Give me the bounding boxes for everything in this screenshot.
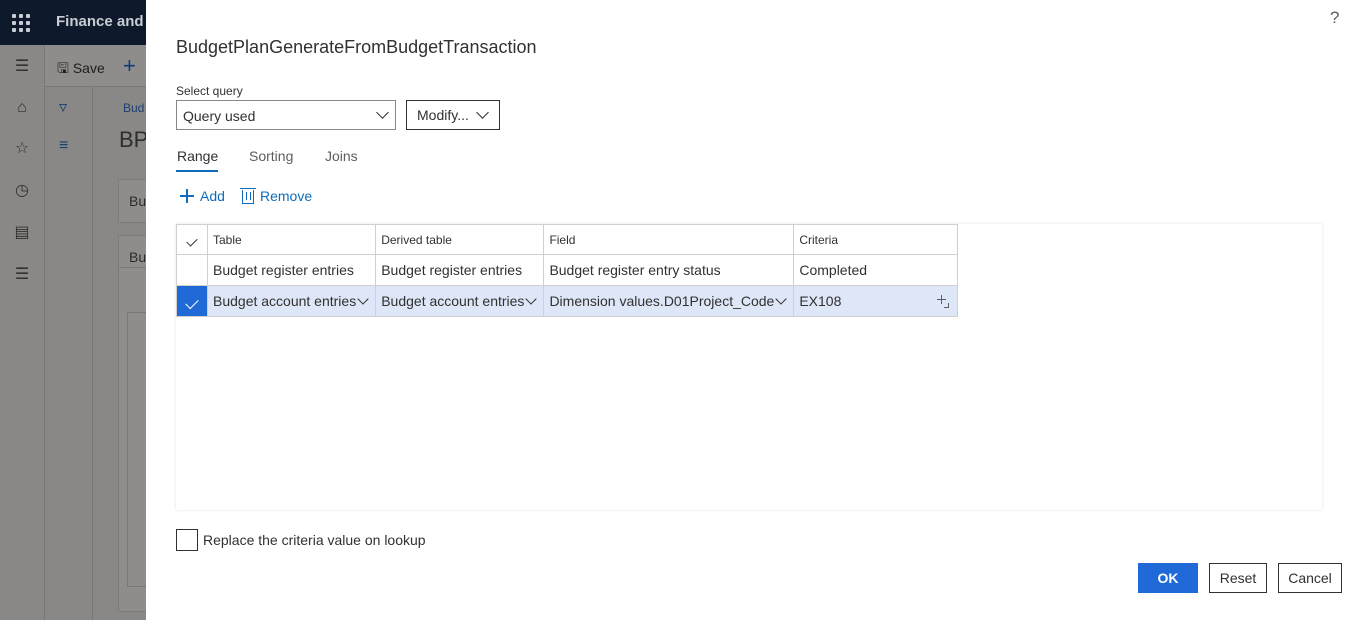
app-name: Finance and: [56, 13, 144, 30]
replace-criteria-label: Replace the criteria value on lookup: [203, 532, 426, 548]
derived-table-cell[interactable]: Budget register entries: [375, 254, 545, 286]
app-content: Bud BP Bu Bu: [93, 87, 158, 620]
new-icon[interactable]: +: [123, 53, 136, 79]
field-dropdown[interactable]: Dimension values.D01Project_Code: [543, 285, 795, 317]
column-header-table[interactable]: Table: [206, 224, 377, 255]
criteria-value: EX108: [799, 293, 842, 309]
select-query-label: Select query: [176, 84, 243, 98]
navigation-pane: ☰ ⌂ ☆ ◷ ▤ ☰: [0, 45, 45, 620]
hamburger-icon[interactable]: ☰: [12, 57, 32, 77]
trash-icon: [240, 188, 256, 204]
table-cell[interactable]: Budget register entries: [206, 254, 377, 286]
home-icon[interactable]: ⌂: [12, 98, 32, 118]
derived-table-dropdown[interactable]: Budget account entries: [375, 285, 545, 317]
table-dropdown[interactable]: Budget account entries: [206, 285, 377, 317]
field-value: Dimension values.D01Project_Code: [549, 293, 775, 309]
star-icon[interactable]: ☆: [12, 139, 32, 159]
page-title: BP: [119, 127, 149, 152]
row-select-cell[interactable]: [176, 285, 208, 317]
active-tab-indicator: [176, 170, 218, 172]
chevron-down-icon: [476, 106, 489, 119]
filter-icon[interactable]: ▿: [59, 97, 67, 117]
column-header-criteria[interactable]: Criteria: [793, 224, 959, 255]
range-grid: Table Derived table Field Criteria Budge…: [176, 224, 1322, 510]
plus-icon: [180, 189, 194, 203]
chevron-down-icon: [376, 106, 389, 119]
cancel-button[interactable]: Cancel: [1278, 563, 1342, 593]
dialog-title: BudgetPlanGenerateFromBudgetTransaction: [176, 37, 537, 57]
remove-button[interactable]: Remove: [240, 188, 313, 204]
save-label: Save: [72, 60, 105, 76]
list-icon[interactable]: ≡: [59, 137, 68, 155]
column-header-field[interactable]: Field: [543, 224, 795, 255]
filter-pane: ▿ ≡: [45, 87, 93, 620]
reset-button[interactable]: Reset: [1209, 563, 1267, 593]
table-value: Budget account entries: [213, 293, 357, 309]
add-button[interactable]: Add: [180, 188, 225, 204]
fasttab-label: Bu: [129, 249, 147, 265]
tab-joins[interactable]: Joins: [325, 148, 358, 164]
clock-icon[interactable]: ◷: [12, 181, 32, 201]
check-icon: [185, 295, 199, 310]
fasttab-label: Bu: [129, 193, 147, 209]
table-header-row: Table Derived table Field Criteria: [176, 224, 959, 255]
save-button[interactable]: 🖫 Save: [57, 58, 105, 82]
lookup-icon[interactable]: [937, 295, 950, 308]
modules-list-icon[interactable]: ☰: [12, 265, 32, 285]
workspace-icon[interactable]: ▤: [12, 223, 32, 243]
column-header-derived-table[interactable]: Derived table: [375, 224, 545, 255]
modify-button[interactable]: Modify...: [406, 100, 500, 130]
tab-sorting[interactable]: Sorting: [249, 148, 293, 164]
table-row[interactable]: Budget register entries Budget register …: [176, 254, 959, 286]
add-label: Add: [200, 188, 225, 204]
criteria-cell[interactable]: Completed: [793, 254, 959, 286]
remove-label: Remove: [260, 188, 313, 204]
help-icon[interactable]: ?: [1330, 8, 1339, 28]
select-query-dropdown[interactable]: Query used: [176, 100, 396, 130]
check-icon: [186, 234, 198, 247]
table-row[interactable]: Budget account entries Budget account en…: [176, 285, 959, 317]
breadcrumb[interactable]: Bud: [123, 101, 144, 115]
tab-range[interactable]: Range: [177, 148, 218, 164]
range-table: Table Derived table Field Criteria Budge…: [176, 224, 959, 317]
modify-label: Modify...: [417, 107, 469, 123]
app-launcher-icon[interactable]: [12, 14, 30, 32]
ok-button[interactable]: OK: [1138, 563, 1198, 593]
select-query-value: Query used: [183, 108, 256, 124]
select-all-checkbox[interactable]: [176, 224, 208, 255]
row-select-cell[interactable]: [176, 254, 208, 286]
replace-criteria-checkbox[interactable]: [176, 529, 198, 551]
criteria-input[interactable]: EX108: [793, 285, 959, 317]
query-dialog: BudgetPlanGenerateFromBudgetTransaction …: [146, 0, 1361, 620]
derived-table-value: Budget account entries: [381, 293, 525, 309]
field-cell[interactable]: Budget register entry status: [543, 254, 795, 286]
